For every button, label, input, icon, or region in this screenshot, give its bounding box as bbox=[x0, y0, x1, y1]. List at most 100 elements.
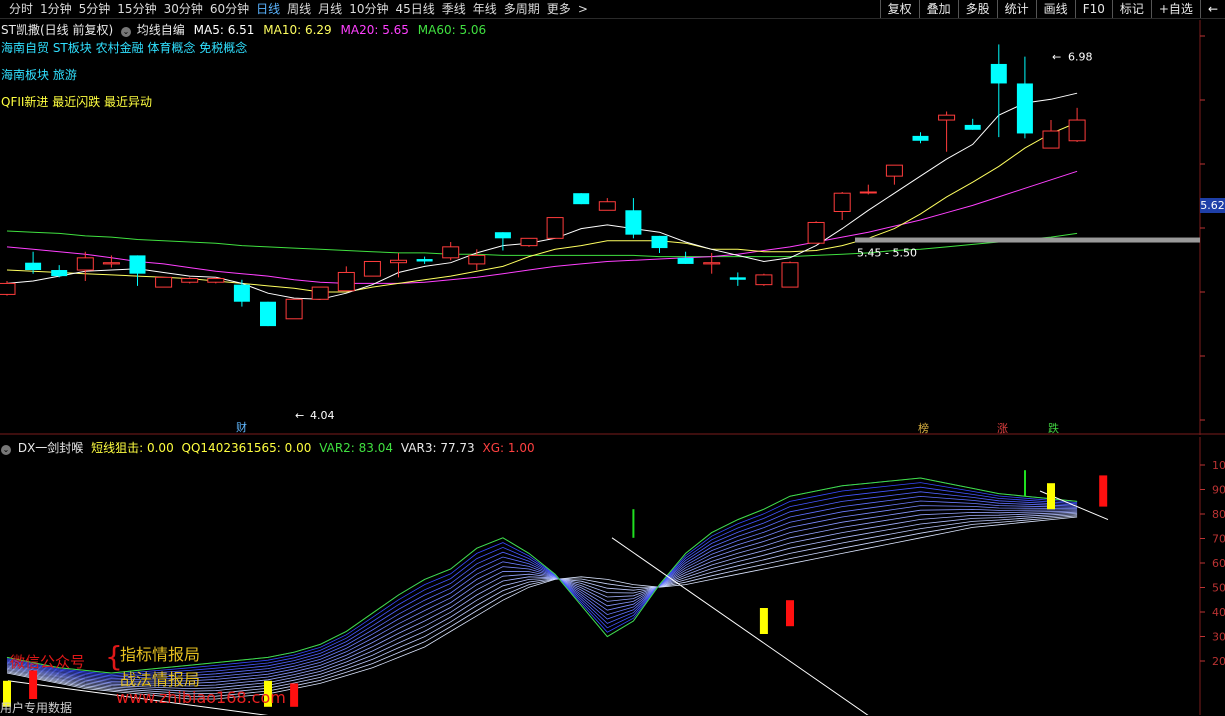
low-price-label: 4.04 bbox=[310, 409, 335, 422]
period-tab-5[interactable]: 60分钟 bbox=[207, 0, 253, 18]
candle bbox=[442, 241, 460, 261]
more-arrow-icon[interactable]: > bbox=[575, 0, 592, 18]
candle-body bbox=[729, 277, 746, 280]
candle bbox=[625, 198, 642, 239]
candle bbox=[494, 232, 511, 251]
candle bbox=[990, 44, 1007, 138]
period-tab-10[interactable]: 45日线 bbox=[392, 0, 438, 18]
tool-button-2[interactable]: 多股 bbox=[957, 0, 997, 18]
candle bbox=[651, 235, 668, 253]
period-tab-11[interactable]: 季线 bbox=[439, 0, 470, 18]
candle bbox=[260, 301, 276, 327]
sub-axis-label: 50 bbox=[1212, 582, 1225, 595]
candle-body bbox=[494, 232, 511, 239]
signal-bar-red bbox=[1099, 475, 1108, 507]
footer-label: 用户专用数据 bbox=[0, 701, 73, 715]
sub-axis-label: 90 bbox=[1212, 484, 1225, 497]
event-text: 涨 bbox=[997, 422, 1008, 435]
candle bbox=[912, 132, 929, 144]
tool-button-5[interactable]: F10 bbox=[1074, 0, 1112, 18]
period-tab-4[interactable]: 30分钟 bbox=[161, 0, 207, 18]
candle-body bbox=[0, 282, 16, 295]
tool-button-7[interactable]: +自选 bbox=[1150, 0, 1200, 18]
candle-body bbox=[51, 270, 68, 277]
candle-body bbox=[390, 259, 407, 264]
period-tab-0[interactable]: 分时 bbox=[6, 0, 37, 18]
signal-bar-red bbox=[786, 600, 794, 627]
wechat-label: 微信公众号 bbox=[10, 653, 86, 671]
period-tab-12[interactable]: 年线 bbox=[470, 0, 501, 18]
candle-body bbox=[885, 164, 903, 177]
tool-button-4[interactable]: 画线 bbox=[1035, 0, 1075, 18]
candle-body bbox=[76, 257, 94, 271]
tool-button-3[interactable]: 统计 bbox=[996, 0, 1036, 18]
candle bbox=[129, 255, 146, 286]
signal-bar-red bbox=[29, 670, 38, 699]
low-arrow: ← bbox=[295, 409, 304, 422]
watermark-line-2: 战法情报局 bbox=[120, 670, 201, 689]
candle bbox=[51, 265, 68, 278]
tool-button-1[interactable]: 叠加 bbox=[918, 0, 958, 18]
candle-body bbox=[598, 201, 616, 211]
period-tab-6[interactable]: 日线 bbox=[253, 0, 284, 18]
candle bbox=[25, 251, 42, 274]
candle-body bbox=[285, 298, 303, 320]
candle bbox=[755, 273, 773, 286]
event-text: 榜 bbox=[918, 422, 929, 435]
period-tab-14[interactable]: 更多 bbox=[544, 0, 575, 18]
candle-body bbox=[155, 276, 173, 288]
candle-body bbox=[468, 254, 486, 265]
candle-body bbox=[25, 262, 42, 271]
ma20-line bbox=[6, 170, 1078, 284]
signal-bar-yellow bbox=[759, 608, 768, 634]
period-tab-9[interactable]: 10分钟 bbox=[346, 0, 392, 18]
period-tab-7[interactable]: 周线 bbox=[284, 0, 315, 18]
candle-body bbox=[442, 246, 460, 259]
candle-body bbox=[129, 255, 146, 274]
period-tabs: 分时 1分钟 5分钟 15分钟 30分钟 60分钟 日线 周线 月线 10分钟 45日线 季线 年线 多周… bbox=[6, 0, 592, 18]
candlestick-chart[interactable]: 6.98 ← 4.04 ← 5.45 - 5.50 bbox=[0, 20, 1225, 435]
candle-body bbox=[807, 221, 825, 244]
period-tab-8[interactable]: 月线 bbox=[315, 0, 346, 18]
diagonal-line bbox=[611, 537, 869, 715]
candle-body bbox=[573, 193, 590, 205]
candle bbox=[781, 261, 799, 288]
candle-body bbox=[859, 191, 877, 194]
watermark-site[interactable]: www.zhibiao168.com bbox=[116, 688, 286, 707]
event-badge-fall[interactable]: 跌 bbox=[1047, 422, 1060, 435]
period-tab-2[interactable]: 5分钟 bbox=[76, 0, 115, 18]
tool-button-6[interactable]: 标记 bbox=[1111, 0, 1151, 18]
period-tab-13[interactable]: 多周期 bbox=[501, 0, 544, 18]
candle bbox=[520, 237, 538, 247]
period-tab-1[interactable]: 1分钟 bbox=[37, 0, 76, 18]
candle bbox=[285, 298, 303, 320]
tool-button-0[interactable]: 复权 bbox=[879, 0, 919, 18]
candle bbox=[181, 277, 199, 284]
high-arrow: ← bbox=[1052, 51, 1061, 64]
candle-body bbox=[755, 274, 773, 286]
candle bbox=[155, 276, 173, 288]
candle-body bbox=[311, 286, 329, 300]
candle bbox=[311, 286, 329, 300]
back-arrow-icon[interactable]: ← bbox=[1199, 0, 1225, 18]
candle bbox=[807, 221, 825, 244]
tool-buttons: 复权 叠加 多股 统计 画线 F10 标记 +自选 ← bbox=[879, 0, 1225, 18]
period-tab-3[interactable]: 15分钟 bbox=[114, 0, 160, 18]
candle bbox=[1016, 56, 1033, 139]
candle-body bbox=[990, 63, 1007, 84]
event-badge-list[interactable]: 榜 bbox=[917, 422, 930, 435]
candle bbox=[598, 198, 616, 211]
candle bbox=[729, 272, 746, 286]
candle bbox=[938, 111, 956, 152]
support-band bbox=[855, 237, 1200, 243]
candle-body bbox=[546, 217, 564, 239]
candle-body bbox=[363, 260, 381, 277]
range-label: 5.45 - 5.50 bbox=[857, 247, 917, 260]
candle-body bbox=[416, 259, 433, 262]
candle bbox=[885, 164, 903, 185]
ma10-line bbox=[6, 122, 1078, 293]
candle-body bbox=[520, 237, 538, 247]
event-badge-rise[interactable]: 涨 bbox=[996, 422, 1009, 435]
candle-body bbox=[625, 210, 642, 235]
event-badge-finance[interactable]: 财 bbox=[235, 421, 248, 434]
